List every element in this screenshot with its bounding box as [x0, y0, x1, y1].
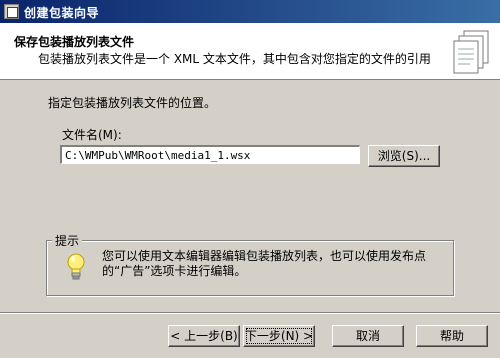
- footer-separator: [0, 312, 500, 314]
- browse-button[interactable]: 浏览(S)...: [368, 145, 440, 167]
- filename-input[interactable]: C:\WMPub\WMRoot\media1_1.wsx: [60, 145, 360, 164]
- filename-label: 文件名(M):: [62, 128, 122, 142]
- header-subtitle: 包装播放列表文件是一个 XML 文本文件，其中包含对您指定的文件的引用: [38, 52, 431, 66]
- instruction-text: 指定包装播放列表文件的位置。: [48, 96, 217, 110]
- cancel-button[interactable]: 取消: [332, 325, 404, 347]
- documents-stack-icon: [453, 30, 489, 74]
- wizard-header: 保存包装播放列表文件 包装播放列表文件是一个 XML 文本文件，其中包含对您指定…: [0, 23, 500, 80]
- wizard-window-icon: [4, 4, 19, 19]
- tip-legend: 提示: [52, 232, 83, 249]
- header-title: 保存包装播放列表文件: [14, 35, 135, 49]
- tip-text: 您可以使用文本编辑器编辑包装播放列表，也可以使用发布点的“广告”选项卡进行编辑。: [102, 249, 427, 278]
- title-bar[interactable]: 创建包装向导: [0, 0, 500, 23]
- back-button[interactable]: < 上一步(B): [168, 325, 240, 347]
- help-button[interactable]: 帮助: [416, 325, 488, 347]
- lightbulb-icon: [67, 253, 85, 280]
- next-button[interactable]: 下一步(N) >: [243, 325, 315, 347]
- window-title: 创建包装向导: [24, 6, 100, 20]
